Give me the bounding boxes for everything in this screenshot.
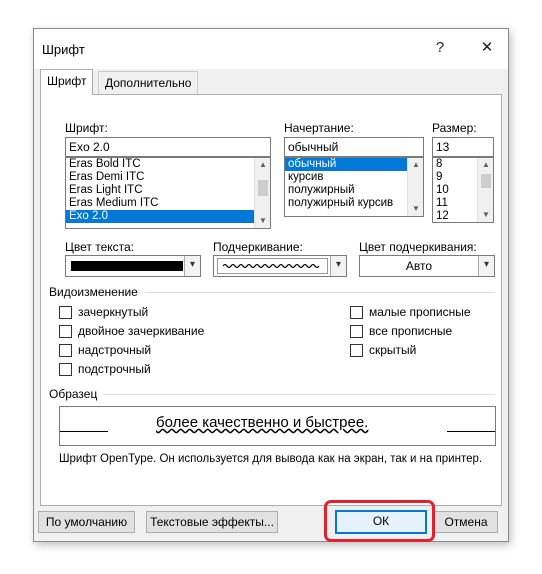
effects-separator — [145, 292, 495, 293]
double-strikethrough-checkbox[interactable] — [59, 325, 72, 338]
font-list-item[interactable]: Eras Demi ITC — [66, 171, 270, 184]
effects-legend: Видоизменение — [49, 285, 138, 299]
scroll-thumb[interactable] — [481, 174, 491, 188]
dialog-title: Шрифт — [42, 42, 85, 57]
text-color-combo[interactable]: ▾ — [65, 255, 201, 277]
underline-color-combo[interactable]: Авто ▾ — [359, 255, 495, 277]
style-listbox[interactable]: обычный курсив полужирный полужирный кур… — [284, 157, 424, 217]
underline-style-combo[interactable]: ▾ — [213, 255, 347, 277]
style-list-item-selected[interactable]: обычный — [285, 158, 407, 171]
preview-sample-text: более качественно и быстрее. — [156, 414, 369, 431]
all-caps-label: все прописные — [369, 324, 453, 338]
font-list-item[interactable]: Eras Light ITC — [66, 184, 270, 197]
hidden-checkbox[interactable] — [350, 344, 363, 357]
style-label: Начертание: — [284, 121, 354, 135]
preview-separator — [103, 394, 495, 395]
hidden-label: скрытый — [369, 343, 417, 357]
double-strikethrough-label: двойное зачеркивание — [78, 324, 205, 338]
size-listbox[interactable]: 8 9 10 11 12 ▲ ▼ — [432, 157, 494, 223]
help-icon[interactable]: ? — [427, 37, 453, 59]
underline-label: Подчеркивание: — [213, 240, 303, 254]
superscript-checkbox[interactable] — [59, 344, 72, 357]
tab-panel-font: Шрифт: Exo 2.0 Eras Bold ITC Eras Demi I… — [40, 94, 502, 506]
tab-font-label: Шрифт — [47, 74, 87, 88]
font-list-item[interactable]: Eras Medium ITC — [66, 197, 270, 210]
ok-label: ОК — [372, 514, 390, 528]
font-listbox[interactable]: Eras Bold ITC Eras Demi ITC Eras Light I… — [65, 157, 271, 229]
chevron-down-icon[interactable]: ▾ — [184, 256, 200, 276]
scroll-down-icon[interactable]: ▼ — [478, 208, 493, 222]
underline-color-value: Авто — [405, 259, 433, 273]
subscript-label: подстрочный — [78, 362, 151, 376]
small-caps-label: малые прописные — [369, 305, 471, 319]
text-color-label: Цвет текста: — [65, 240, 135, 254]
font-list-item-selected[interactable]: Exo 2.0 — [66, 210, 270, 223]
font-list-item[interactable]: Eras Bold ITC — [66, 158, 270, 171]
preview-description: Шрифт OpenType. Он используется для выво… — [59, 453, 483, 465]
preview-baseline-left — [60, 431, 108, 432]
chevron-down-icon[interactable]: ▾ — [478, 256, 494, 276]
text-effects-label: Текстовые эффекты... — [150, 515, 274, 529]
style-input[interactable]: обычный — [284, 137, 424, 157]
scroll-up-icon[interactable]: ▲ — [255, 158, 270, 172]
tab-advanced-label: Дополнительно — [105, 76, 192, 90]
preview-legend: Образец — [49, 387, 98, 401]
set-default-button[interactable]: По умолчанию — [38, 511, 135, 533]
tab-advanced[interactable]: Дополнительно — [98, 71, 199, 95]
subscript-checkbox[interactable] — [59, 363, 72, 376]
text-effects-button[interactable]: Текстовые эффекты... — [146, 511, 278, 533]
color-swatch — [71, 261, 183, 271]
preview-baseline-right — [447, 431, 495, 432]
scroll-up-icon[interactable]: ▲ — [478, 158, 493, 172]
size-input[interactable]: 13 — [432, 137, 494, 157]
ok-button[interactable]: ОК — [335, 510, 427, 534]
strikethrough-label: зачеркнутый — [78, 305, 149, 319]
cancel-label: Отмена — [444, 515, 488, 529]
tab-font[interactable]: Шрифт — [40, 69, 94, 95]
font-label: Шрифт: — [65, 121, 108, 135]
scroll-down-icon[interactable]: ▼ — [408, 202, 423, 216]
close-icon[interactable]: ✕ — [474, 37, 500, 59]
strikethrough-checkbox[interactable] — [59, 306, 72, 319]
style-list-item[interactable]: курсив — [285, 171, 423, 184]
underline-color-label: Цвет подчеркивания: — [359, 240, 477, 254]
chevron-down-icon[interactable]: ▾ — [330, 256, 346, 276]
font-list-scrollbar[interactable]: ▲ ▼ — [254, 158, 270, 228]
all-caps-checkbox[interactable] — [350, 325, 363, 338]
font-dialog: Шрифт ? ✕ Шрифт Дополнительно Шрифт: Exo… — [33, 28, 509, 542]
preview-box: более качественно и быстрее. — [59, 406, 496, 446]
scroll-down-icon[interactable]: ▼ — [255, 214, 270, 228]
set-default-label: По умолчанию — [45, 515, 128, 529]
superscript-label: надстрочный — [78, 343, 152, 357]
small-caps-checkbox[interactable] — [350, 306, 363, 319]
font-name-input[interactable]: Exo 2.0 — [65, 137, 271, 157]
cancel-button[interactable]: Отмена — [434, 511, 498, 533]
size-list-scrollbar[interactable]: ▲ ▼ — [477, 158, 493, 222]
scroll-up-icon[interactable]: ▲ — [408, 158, 423, 172]
scroll-thumb[interactable] — [258, 180, 268, 196]
size-label: Размер: — [432, 121, 477, 135]
title-bar: Шрифт ? ✕ — [34, 29, 508, 69]
style-list-item[interactable]: полужирный — [285, 184, 423, 197]
style-list-item[interactable]: полужирный курсив — [285, 197, 423, 210]
wavy-underline-preview — [217, 258, 328, 274]
style-list-scrollbar[interactable]: ▲ ▼ — [407, 158, 423, 216]
